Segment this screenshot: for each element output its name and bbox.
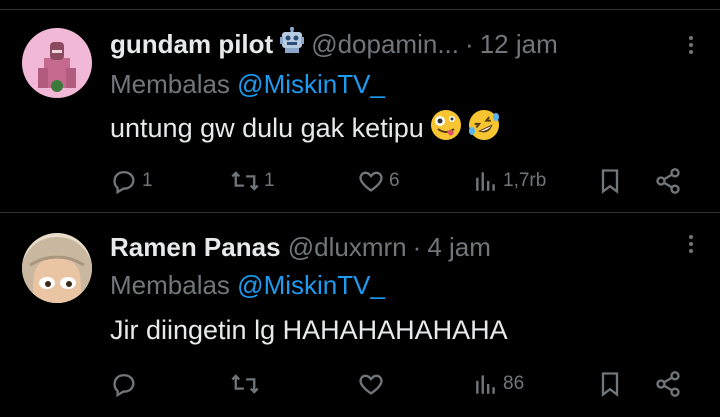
views-count: 1,7rb [503, 170, 547, 191]
reply-button[interactable] [110, 367, 142, 401]
rolling-laughing-emoji [468, 109, 500, 151]
user-handle[interactable]: @dopamin... [311, 29, 459, 59]
retweet-button[interactable] [230, 367, 264, 401]
like-icon [359, 171, 383, 192]
like-button[interactable] [357, 367, 389, 401]
views-count: 86 [503, 373, 525, 394]
tweet-reply[interactable]: Ramen Panas @dluxmrn · 4 jam Membalas @Mis… [0, 213, 720, 417]
share-button[interactable] [654, 164, 682, 198]
bookmark-icon [601, 372, 619, 397]
tweet-header: Ramen Panas @dluxmrn · 4 jam [110, 227, 720, 267]
replying-to: Membalas @MiskinTV_ [110, 66, 385, 102]
retweet-icon [231, 374, 259, 394]
tweet-reply[interactable]: gundam pilot @dopamin... · 12 jam Membalas … [0, 10, 720, 213]
more-options-icon[interactable] [688, 36, 694, 56]
replying-to: Membalas @MiskinTV_ [110, 267, 385, 303]
avatar[interactable] [22, 233, 92, 303]
tweet-actions: 86 [0, 367, 720, 401]
like-count: 6 [389, 170, 400, 191]
like-icon [359, 374, 383, 395]
display-name[interactable]: Ramen Panas [110, 232, 281, 262]
reply-button[interactable]: 1 [110, 164, 153, 198]
tweet-actions: 1 1 6 1,7rb [0, 164, 720, 198]
user-handle[interactable]: @dluxmrn [288, 232, 407, 262]
zany-face-emoji [430, 109, 462, 151]
reply-icon [113, 171, 135, 195]
views-button[interactable]: 86 [473, 367, 524, 401]
mention-link[interactable]: @MiskinTV_ [237, 270, 385, 300]
reply-icon [113, 374, 135, 398]
more-options-icon[interactable] [688, 235, 694, 255]
tweet-body: untung gw dulu gak ketipu [110, 113, 424, 144]
avatar[interactable] [22, 28, 92, 98]
timestamp[interactable]: 12 jam [480, 29, 558, 59]
reply-count: 1 [142, 170, 153, 191]
share-button[interactable] [654, 367, 682, 401]
tweet-body: Jir diingetin lg HAHAHAHAHAHA [110, 315, 508, 345]
tweet-text: untung gw dulu gak ketipu [110, 109, 500, 151]
display-name[interactable]: gundam pilot [110, 29, 273, 59]
retweet-button[interactable]: 1 [230, 164, 275, 198]
mention-link[interactable]: @MiskinTV_ [237, 69, 385, 99]
tweet-text: Jir diingetin lg HAHAHAHAHAHA [110, 311, 508, 349]
bookmark-button[interactable] [596, 164, 624, 198]
separator-dot: · [412, 232, 422, 262]
replying-label: Membalas [110, 69, 230, 99]
robot-icon [279, 24, 305, 64]
share-icon [656, 168, 680, 194]
like-button[interactable]: 6 [357, 164, 400, 198]
views-icon [476, 375, 495, 394]
tweet-header: gundam pilot @dopamin... · 12 jam [110, 24, 720, 64]
separator-dot: · [465, 29, 474, 59]
bookmark-button[interactable] [596, 367, 624, 401]
share-icon [656, 371, 680, 397]
bookmark-icon [601, 169, 619, 194]
replying-label: Membalas [110, 270, 230, 300]
retweet-count: 1 [264, 170, 275, 191]
views-button[interactable]: 1,7rb [473, 164, 546, 198]
views-icon [476, 172, 495, 191]
top-divider [0, 0, 720, 10]
timestamp[interactable]: 4 jam [427, 232, 491, 262]
retweet-icon [231, 171, 259, 191]
